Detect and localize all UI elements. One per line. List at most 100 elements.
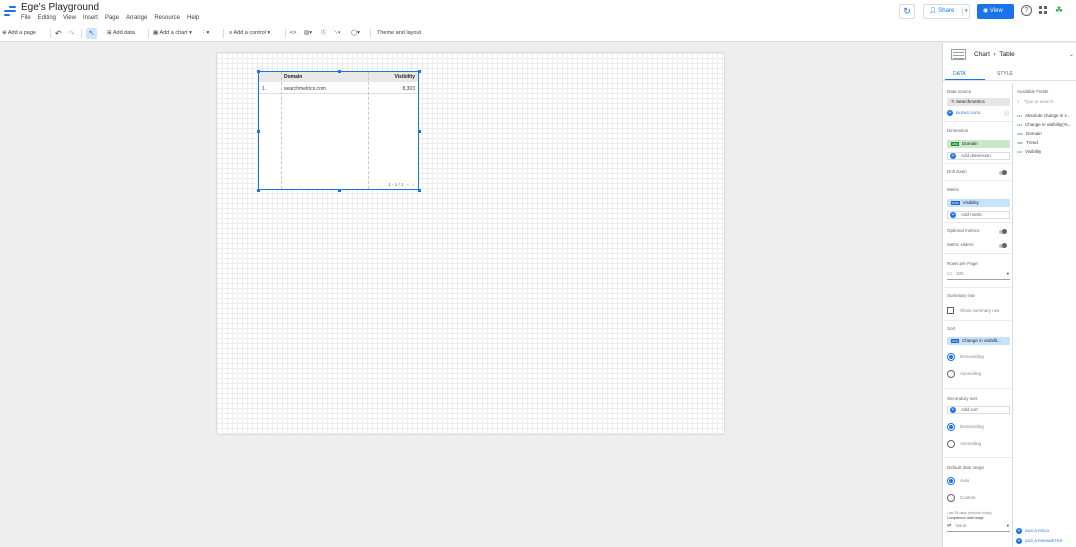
- view-button[interactable]: ◉ View: [977, 4, 1014, 19]
- field-item[interactable]: 123 Visibility: [1017, 149, 1041, 154]
- field-item[interactable]: ABC Domain: [1017, 131, 1042, 136]
- toolbar-divider: [370, 29, 371, 38]
- column-header-domain[interactable]: Domain: [284, 74, 302, 80]
- next-page-icon[interactable]: ›: [413, 182, 415, 187]
- data-source-label: Data source: [947, 89, 972, 94]
- secondary-ascending-radio[interactable]: [947, 440, 955, 448]
- rows-per-page-value: 100: [956, 271, 964, 276]
- select-cursor-icon[interactable]: ↖: [86, 28, 97, 39]
- metric-sliders-toggle[interactable]: [999, 243, 1007, 248]
- metric-name: Visibility: [962, 200, 979, 205]
- share-dropdown-icon[interactable]: ▾: [965, 5, 968, 18]
- resize-handle[interactable]: [418, 70, 421, 73]
- date-range-note: Last 28 days (exclude today): [947, 511, 992, 515]
- help-icon[interactable]: ?: [1021, 5, 1032, 16]
- menu-page[interactable]: Page: [105, 15, 119, 21]
- divider: [943, 457, 1013, 458]
- add-page-button[interactable]: ⊕ Add a page: [2, 26, 36, 41]
- menu-resource[interactable]: Resource: [154, 15, 180, 21]
- community-viz-icon: ∷: [203, 30, 207, 36]
- menu-arrange[interactable]: Arrange: [126, 15, 147, 21]
- tab-style[interactable]: STYLE: [997, 71, 1013, 77]
- comparison-select[interactable]: ⇄ None ▾: [947, 523, 1010, 532]
- sort-ascending-radio[interactable]: [947, 370, 955, 378]
- optional-metrics-toggle[interactable]: [999, 229, 1007, 234]
- summary-row-checkbox[interactable]: [947, 307, 954, 314]
- sort-chip[interactable]: AVG Change in visibilit...: [947, 337, 1010, 345]
- undo-icon[interactable]: ↶: [55, 26, 62, 41]
- share-button[interactable]: 👤︎ Share ▾: [923, 4, 970, 19]
- chart-menu-icon[interactable]: ⋮: [408, 62, 414, 69]
- field-search-input[interactable]: ⌕ Type to search: [1017, 99, 1073, 107]
- prev-page-icon[interactable]: ‹: [407, 182, 409, 187]
- redo-icon[interactable]: ↷: [68, 26, 75, 41]
- menu-file[interactable]: File: [21, 15, 31, 21]
- report-title[interactable]: Ege's Playground: [21, 2, 99, 13]
- line-icon[interactable]: ⟍▾: [334, 26, 341, 41]
- resize-handle[interactable]: [418, 189, 421, 192]
- chart-icon: ▦: [153, 30, 159, 36]
- table-chart[interactable]: Domain Visibility 1. searchmetrics.com 8…: [258, 71, 419, 190]
- theme-layout-button[interactable]: Theme and layout: [377, 26, 421, 41]
- resize-handle[interactable]: [338, 70, 341, 73]
- optional-metrics-label: Optional metrics: [947, 228, 980, 233]
- rows-per-page-select[interactable]: ▭ 100 ▾: [947, 271, 1010, 280]
- toolbar-divider: [81, 29, 82, 38]
- refresh-button[interactable]: ↻: [899, 4, 915, 19]
- sort-field-name: Change in visibilit...: [962, 338, 1001, 343]
- info-icon[interactable]: ⓘ: [1004, 110, 1009, 117]
- resize-handle[interactable]: [257, 130, 260, 133]
- tab-data[interactable]: DATA: [953, 71, 966, 77]
- add-metric-button[interactable]: + Add metric: [947, 211, 1010, 219]
- descending-label: Descending: [960, 354, 984, 359]
- avatar[interactable]: ☘: [1055, 5, 1067, 15]
- embed-icon[interactable]: <>: [290, 26, 296, 41]
- shape-icon[interactable]: ◯▾: [351, 26, 360, 41]
- image-icon[interactable]: ▨▾: [304, 26, 312, 41]
- chevron-down-icon[interactable]: ⌄: [1069, 51, 1074, 58]
- field-item[interactable]: 123 Absolute change in v...: [1017, 113, 1070, 118]
- drill-down-toggle[interactable]: [999, 170, 1007, 175]
- add-sort-button[interactable]: + Add sort: [947, 406, 1010, 414]
- apps-grid-icon[interactable]: [1039, 6, 1047, 14]
- add-person-icon: 👤︎: [929, 8, 937, 14]
- menu-view[interactable]: View: [63, 15, 76, 21]
- add-chart-button[interactable]: ▦ Add a chart ▾: [153, 26, 192, 41]
- resize-handle[interactable]: [257, 70, 260, 73]
- menu-editing[interactable]: Editing: [38, 15, 56, 21]
- add-parameter-button[interactable]: + ADD A PARAMETER: [1016, 538, 1063, 544]
- text-icon[interactable]: ⓣ: [321, 26, 327, 41]
- menu-bar: File Editing View Insert Page Arrange Re…: [21, 15, 199, 21]
- column-divider: [368, 72, 369, 189]
- pager-text: 1 - 1 / 1: [388, 182, 404, 187]
- sort-descending-radio[interactable]: [947, 353, 955, 361]
- field-item[interactable]: ABC Trend: [1017, 140, 1038, 145]
- dimension-chip[interactable]: ABC Domain: [947, 140, 1010, 148]
- drill-down-label: Drill down: [947, 169, 967, 174]
- menu-insert[interactable]: Insert: [83, 15, 98, 21]
- field-item[interactable]: 123 Change in visibility(%...: [1017, 122, 1072, 127]
- add-control-button[interactable]: ≡ Add a control ▾: [229, 26, 270, 41]
- date-range-label: Default date range: [947, 465, 985, 470]
- menu-help[interactable]: Help: [187, 15, 199, 21]
- pencil-icon: ✎: [951, 99, 955, 104]
- add-data-button[interactable]: ⊞ Add data: [107, 26, 135, 41]
- date-auto-radio[interactable]: [947, 477, 955, 485]
- chart-breadcrumb[interactable]: Chart: [974, 51, 990, 58]
- chart-type[interactable]: Table: [999, 51, 1015, 58]
- data-source-chip[interactable]: ✎ Searchmetrics: [947, 98, 1010, 106]
- comparison-value: None: [955, 523, 967, 528]
- secondary-descending-radio[interactable]: [947, 423, 955, 431]
- resize-handle[interactable]: [418, 130, 421, 133]
- add-dimension-button[interactable]: + Add dimension: [947, 152, 1010, 160]
- report-page[interactable]: Domain Visibility 1. searchmetrics.com 8…: [217, 53, 724, 434]
- community-viz-button[interactable]: ∷▾: [203, 26, 209, 41]
- date-custom-radio[interactable]: [947, 494, 955, 502]
- column-header-visibility[interactable]: Visibility: [395, 74, 415, 80]
- blend-data-button[interactable]: + BLEND DATA: [947, 110, 981, 116]
- metric-chip[interactable]: SUM Visibility: [947, 199, 1010, 207]
- add-field-button[interactable]: + ADD A FIELD: [1016, 528, 1049, 534]
- resize-handle[interactable]: [257, 189, 260, 192]
- resize-handle[interactable]: [338, 189, 341, 192]
- looker-studio-logo-icon[interactable]: [4, 5, 16, 17]
